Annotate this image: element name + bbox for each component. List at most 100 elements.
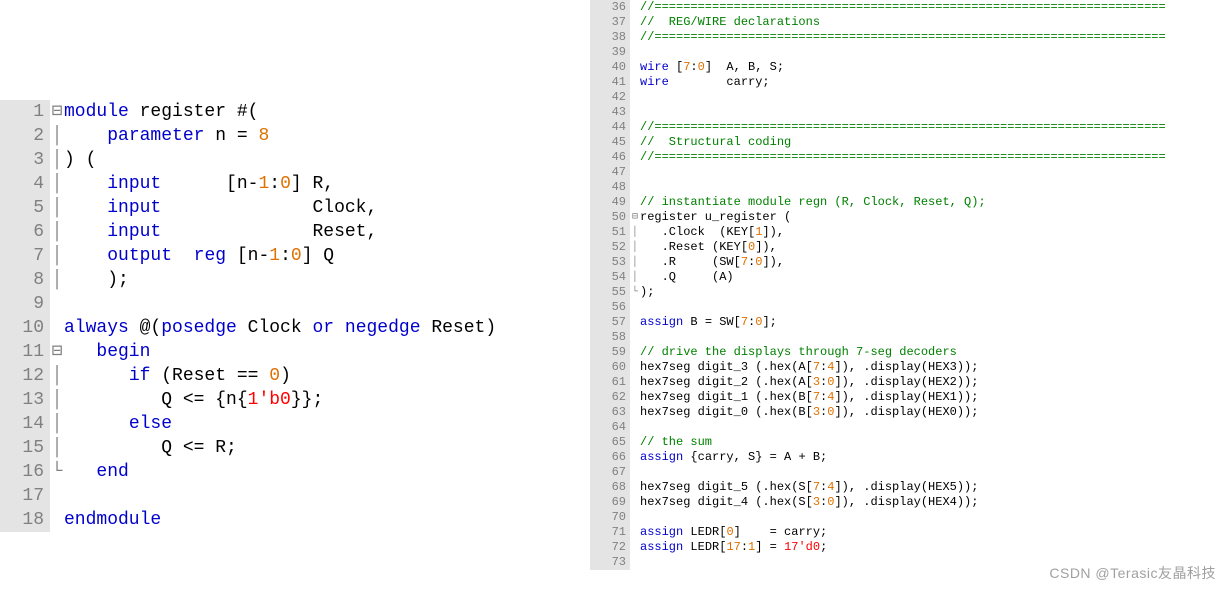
code-line[interactable]: 52│ .Reset (KEY[0]),: [590, 240, 1230, 255]
code-text[interactable]: [640, 420, 1230, 435]
code-line[interactable]: 42: [590, 90, 1230, 105]
code-line[interactable]: 44 //===================================…: [590, 120, 1230, 135]
code-text[interactable]: always @(posedge Clock or negedge Reset): [64, 316, 570, 340]
code-line[interactable]: 62 hex7seg digit_1 (.hex(B[7:4]), .displ…: [590, 390, 1230, 405]
fold-icon[interactable]: ⊟: [50, 100, 64, 124]
code-line[interactable]: 14│ else: [0, 412, 570, 436]
code-line[interactable]: 50⊟register u_register (: [590, 210, 1230, 225]
code-line[interactable]: 63 hex7seg digit_0 (.hex(B[3:0]), .displ…: [590, 405, 1230, 420]
code-text[interactable]: [640, 90, 1230, 105]
code-text[interactable]: Q <= R;: [64, 436, 570, 460]
code-text[interactable]: [640, 330, 1230, 345]
code-text[interactable]: output reg [n-1:0] Q: [64, 244, 570, 268]
code-line[interactable]: 40 wire [7:0] A, B, S;: [590, 60, 1230, 75]
code-line[interactable]: 39: [590, 45, 1230, 60]
code-text[interactable]: // the sum: [640, 435, 1230, 450]
code-text[interactable]: );: [64, 268, 570, 292]
code-line[interactable]: 41 wire carry;: [590, 75, 1230, 90]
code-line[interactable]: 66 assign {carry, S} = A + B;: [590, 450, 1230, 465]
code-line[interactable]: 70: [590, 510, 1230, 525]
code-line[interactable]: 43: [590, 105, 1230, 120]
code-text[interactable]: .R (SW[7:0]),: [640, 255, 1230, 270]
code-line[interactable]: 48: [590, 180, 1230, 195]
code-line[interactable]: 12│ if (Reset == 0): [0, 364, 570, 388]
code-line[interactable]: 51│ .Clock (KEY[1]),: [590, 225, 1230, 240]
code-editor-left[interactable]: 1⊟module register #(2│ parameter n = 83│…: [0, 100, 570, 532]
code-text[interactable]: [640, 465, 1230, 480]
code-line[interactable]: 67: [590, 465, 1230, 480]
code-line[interactable]: 3│) (: [0, 148, 570, 172]
code-line[interactable]: 61 hex7seg digit_2 (.hex(A[3:0]), .displ…: [590, 375, 1230, 390]
code-line[interactable]: 6│ input Reset,: [0, 220, 570, 244]
code-line[interactable]: 56: [590, 300, 1230, 315]
code-line[interactable]: 36 //===================================…: [590, 0, 1230, 15]
code-line[interactable]: 45 // Structural coding: [590, 135, 1230, 150]
code-line[interactable]: 68 hex7seg digit_5 (.hex(S[7:4]), .displ…: [590, 480, 1230, 495]
fold-icon[interactable]: ⊟: [50, 340, 64, 364]
code-text[interactable]: .Q (A): [640, 270, 1230, 285]
code-text[interactable]: end: [64, 460, 570, 484]
code-text[interactable]: hex7seg digit_0 (.hex(B[3:0]), .display(…: [640, 405, 1230, 420]
code-text[interactable]: [640, 165, 1230, 180]
code-line[interactable]: 47: [590, 165, 1230, 180]
code-text[interactable]: [640, 105, 1230, 120]
code-text[interactable]: // Structural coding: [640, 135, 1230, 150]
code-line[interactable]: 54│ .Q (A): [590, 270, 1230, 285]
code-text[interactable]: //======================================…: [640, 120, 1230, 135]
code-line[interactable]: 58: [590, 330, 1230, 345]
code-text[interactable]: assign B = SW[7:0];: [640, 315, 1230, 330]
code-line[interactable]: 4│ input [n-1:0] R,: [0, 172, 570, 196]
code-line[interactable]: 11⊟ begin: [0, 340, 570, 364]
code-text[interactable]: .Reset (KEY[0]),: [640, 240, 1230, 255]
code-text[interactable]: //======================================…: [640, 0, 1230, 15]
code-text[interactable]: else: [64, 412, 570, 436]
code-text[interactable]: assign LEDR[0] = carry;: [640, 525, 1230, 540]
code-line[interactable]: 60 hex7seg digit_3 (.hex(A[7:4]), .displ…: [590, 360, 1230, 375]
code-text[interactable]: hex7seg digit_4 (.hex(S[3:0]), .display(…: [640, 495, 1230, 510]
code-line[interactable]: 8│ );: [0, 268, 570, 292]
code-text[interactable]: //======================================…: [640, 150, 1230, 165]
code-text[interactable]: module register #(: [64, 100, 570, 124]
code-line[interactable]: 1⊟module register #(: [0, 100, 570, 124]
code-text[interactable]: // instantiate module regn (R, Clock, Re…: [640, 195, 1230, 210]
fold-icon[interactable]: ⊟: [630, 210, 640, 225]
code-text[interactable]: [640, 300, 1230, 315]
code-text[interactable]: // drive the displays through 7-seg deco…: [640, 345, 1230, 360]
code-text[interactable]: assign LEDR[17:1] = 17'd0;: [640, 540, 1230, 555]
code-line[interactable]: 37 // REG/WIRE declarations: [590, 15, 1230, 30]
code-text[interactable]: ) (: [64, 148, 570, 172]
code-text[interactable]: //======================================…: [640, 30, 1230, 45]
code-line[interactable]: 46 //===================================…: [590, 150, 1230, 165]
code-line[interactable]: 15│ Q <= R;: [0, 436, 570, 460]
code-text[interactable]: register u_register (: [640, 210, 1230, 225]
code-text[interactable]: Q <= {n{1'b0}};: [64, 388, 570, 412]
code-text[interactable]: endmodule: [64, 508, 570, 532]
code-text[interactable]: wire carry;: [640, 75, 1230, 90]
code-line[interactable]: 49 // instantiate module regn (R, Clock,…: [590, 195, 1230, 210]
code-line[interactable]: 7│ output reg [n-1:0] Q: [0, 244, 570, 268]
code-text[interactable]: wire [7:0] A, B, S;: [640, 60, 1230, 75]
code-text[interactable]: [640, 45, 1230, 60]
code-line[interactable]: 18 endmodule: [0, 508, 570, 532]
code-line[interactable]: 57 assign B = SW[7:0];: [590, 315, 1230, 330]
code-text[interactable]: );: [640, 285, 1230, 300]
code-text[interactable]: input Clock,: [64, 196, 570, 220]
code-line[interactable]: 53│ .R (SW[7:0]),: [590, 255, 1230, 270]
code-text[interactable]: hex7seg digit_5 (.hex(S[7:4]), .display(…: [640, 480, 1230, 495]
code-text[interactable]: begin: [64, 340, 570, 364]
code-text[interactable]: assign {carry, S} = A + B;: [640, 450, 1230, 465]
code-text[interactable]: // REG/WIRE declarations: [640, 15, 1230, 30]
code-text[interactable]: if (Reset == 0): [64, 364, 570, 388]
code-line[interactable]: 13│ Q <= {n{1'b0}};: [0, 388, 570, 412]
code-line[interactable]: 55└);: [590, 285, 1230, 300]
code-line[interactable]: 38 //===================================…: [590, 30, 1230, 45]
code-line[interactable]: 17: [0, 484, 570, 508]
code-editor-right[interactable]: 36 //===================================…: [590, 0, 1230, 570]
code-line[interactable]: 59 // drive the displays through 7-seg d…: [590, 345, 1230, 360]
code-line[interactable]: 69 hex7seg digit_4 (.hex(S[3:0]), .displ…: [590, 495, 1230, 510]
code-line[interactable]: 10 always @(posedge Clock or negedge Res…: [0, 316, 570, 340]
code-text[interactable]: [64, 292, 570, 316]
code-line[interactable]: 5│ input Clock,: [0, 196, 570, 220]
code-text[interactable]: [64, 484, 570, 508]
code-line[interactable]: 65 // the sum: [590, 435, 1230, 450]
